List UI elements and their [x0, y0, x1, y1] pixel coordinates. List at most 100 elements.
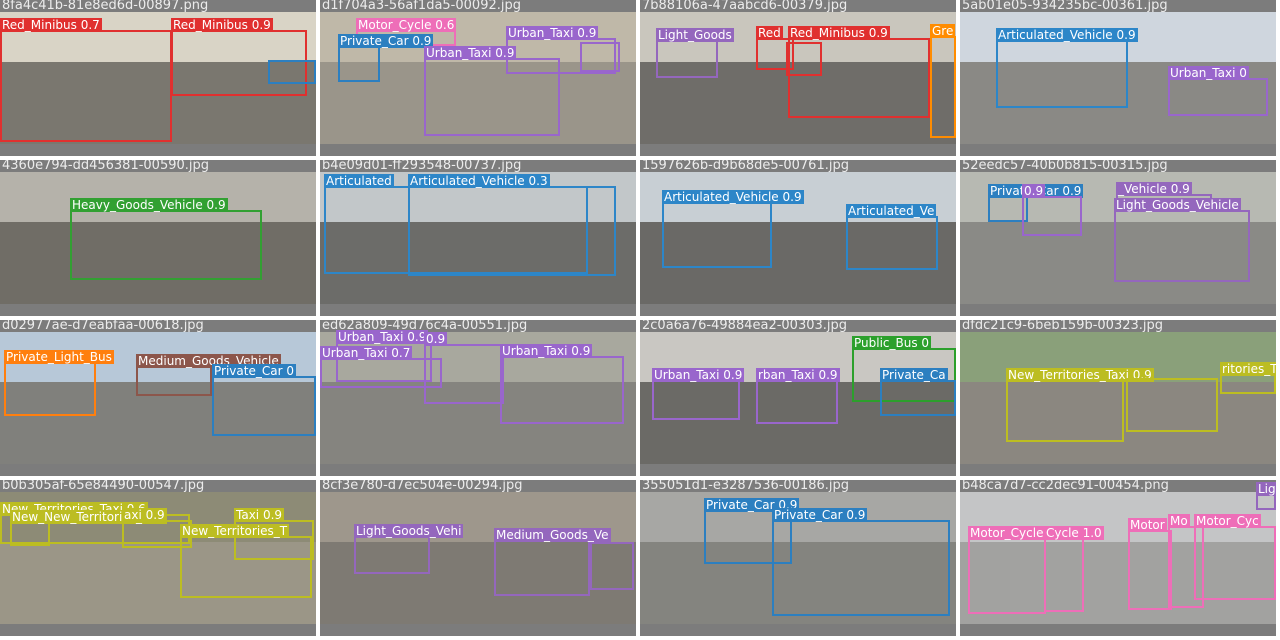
detection-box: Articulated_Ve — [846, 204, 938, 270]
filename-label: 7b88106a-47aabcd6-00379.jpg — [642, 0, 848, 13]
detection-label: Heavy_Goods_Vehicle 0.9 — [70, 198, 228, 212]
detection-box: New_Territories_Taxi 0.9 — [1006, 368, 1154, 442]
detection-box: Light_Goods_Vehicle — [1114, 198, 1250, 282]
detection-label: 0.9 — [1022, 184, 1046, 198]
tile-15: 355051d1-e3287536-00186.jpg Private_Car … — [640, 480, 956, 636]
detection-box: rban_Taxi 0.9 — [756, 368, 840, 424]
detection-box: Private_Light_Bus — [4, 350, 114, 416]
detection-label: Articulated_Vehicle 0.9 — [662, 190, 804, 204]
filename-label: ed62a809-49d76c4a-00551.jpg — [322, 320, 528, 333]
tile-13: b0b305af-65e84490-00547.jpg New_Territor… — [0, 480, 316, 636]
detection-label: Medium_Goods_Ve — [494, 528, 611, 542]
detection-label: Motor_Cyc — [1194, 514, 1261, 528]
tile-11: 2c0a6a76-49884ea2-00303.jpg Public_Bus 0… — [640, 320, 956, 476]
detection-box — [590, 542, 634, 590]
tile-2: d1f704a3-56af1da5-00092.jpg Motor_Cycle … — [320, 0, 636, 156]
detection-box: New_Territories_T — [180, 524, 312, 598]
detection-box: Medium_Goods_Ve — [494, 528, 611, 596]
detection-label: Articulated_Ve — [846, 204, 937, 218]
detection-label: Urban_Taxi 0 — [1168, 66, 1249, 80]
filename-label: d1f704a3-56af1da5-00092.jpg — [322, 0, 521, 13]
tile-14: 8cf3e780-d7ec504e-00294.jpg Light_Goods_… — [320, 480, 636, 636]
detection-label: Urban_Taxi 0.9 — [652, 368, 745, 382]
tile-12: dfdc21c9-6beb159b-00323.jpg New_Territor… — [960, 320, 1276, 476]
detection-box — [786, 42, 822, 76]
detection-label: Articulated — [324, 174, 394, 188]
detection-box: Gre — [930, 24, 956, 138]
detection-label: Gre — [930, 24, 956, 38]
detection-label: Urban_Taxi 0.9 — [506, 26, 599, 40]
detection-box: Heavy_Goods_Vehicle 0.9 — [70, 198, 262, 280]
filename-label: 355051d1-e3287536-00186.jpg — [642, 480, 850, 493]
detection-label: Red_Minibus 0.9 — [788, 26, 890, 40]
tile-7: 1597626b-d9b68de5-00761.jpg Articulated_… — [640, 160, 956, 316]
detection-label: Red_Minibus 0.7 — [0, 18, 102, 32]
filename-label: 8fa4c41b-81e8ed6d-00897.png — [2, 0, 209, 13]
tile-3: 7b88106a-47aabcd6-00379.jpg Light_Goods … — [640, 0, 956, 156]
detection-label: ritories_Tax — [1220, 362, 1276, 376]
detection-label: axi 0.9 — [122, 508, 167, 522]
detection-box — [580, 42, 620, 72]
detection-mosaic: 8fa4c41b-81e8ed6d-00897.png Red_Minibus … — [0, 0, 1280, 640]
detection-label: Taxi 0.9 — [234, 508, 285, 522]
tile-4: 5ab01e05-934235bc-00361.jpg Articulated_… — [960, 0, 1276, 156]
detection-label: Mo — [1168, 514, 1190, 528]
detection-box: Light_Goods_Vehi — [354, 524, 464, 574]
detection-box: Lig — [1256, 482, 1276, 510]
detection-label: Urban_Taxi 0.9 — [424, 46, 517, 60]
detection-box — [1126, 378, 1218, 432]
filename-label: 8cf3e780-d7ec504e-00294.jpg — [322, 480, 523, 493]
detection-box: ritories_Tax — [1220, 362, 1276, 394]
detection-box: 0.9 — [1022, 184, 1082, 236]
detection-label: Cycle 1.0 — [1044, 526, 1104, 540]
tile-1: 8fa4c41b-81e8ed6d-00897.png Red_Minibus … — [0, 0, 316, 156]
detection-label: Lig — [1256, 482, 1276, 496]
detection-label: Urban_Taxi 0.9 — [500, 344, 593, 358]
tile-8: 52eedc57-40b0b815-00315.jpg Private_Car … — [960, 160, 1276, 316]
detection-box: Urban_Taxi 0 — [1168, 66, 1268, 116]
filename-label: 1597626b-d9b68de5-00761.jpg — [642, 160, 849, 173]
detection-label: Private_Car 0.9 — [338, 34, 434, 48]
filename-label: 4360e794-dd456381-00590.jpg — [2, 160, 210, 173]
detection-label: Red_Minibus 0.9 — [171, 18, 273, 32]
detection-label: Articulated_Vehicle 0.9 — [996, 28, 1138, 42]
tile-10: ed62a809-49d76c4a-00551.jpg Urban_Taxi 0… — [320, 320, 636, 476]
detection-label: Private_Car 0 — [212, 364, 296, 378]
detection-label: rban_Taxi 0.9 — [756, 368, 840, 382]
detection-box: Medium_Goods_Vehicle — [136, 354, 281, 396]
filename-label: b48ca7d7-cc2dec91-00454.png — [962, 480, 1169, 493]
detection-label: _Vehicle 0.9 — [1116, 182, 1192, 196]
tile-16: b48ca7d7-cc2dec91-00454.png Motor_Cycle … — [960, 480, 1276, 636]
detection-label: Light_Goods_Vehicle — [1114, 198, 1241, 212]
detection-box: Private_Car 0 — [212, 364, 316, 436]
tile-9: d02977ae-d7eabfaa-00618.jpg Private_Ligh… — [0, 320, 316, 476]
detection-label: Private_Ca — [880, 368, 948, 382]
detection-label: 0.9 — [424, 332, 448, 346]
detection-label: Articulated_Vehicle 0.3 — [408, 174, 550, 188]
detection-label: Private_Light_Bus — [4, 350, 114, 364]
detection-label: Private_Car 0.9 — [772, 508, 868, 522]
detection-box: Light_Goods — [656, 28, 734, 78]
detection-label: Red — [756, 26, 783, 40]
detection-box: Articulated_Vehicle 0.9 — [662, 190, 804, 268]
detection-box: Articulated_Vehicle 0.3 — [408, 174, 616, 276]
detection-box — [268, 60, 316, 84]
detection-box: Red_Minibus 0.7 — [0, 18, 172, 142]
detection-box: Private_Car 0.9 — [772, 508, 950, 616]
detection-box: 0.9 — [424, 332, 504, 404]
filename-label: d02977ae-d7eabfaa-00618.jpg — [2, 320, 204, 333]
detection-label: Urban_Taxi 0.7 — [320, 346, 413, 360]
detection-box: Motor_Cyc — [1194, 514, 1276, 600]
filename-label: 2c0a6a76-49884ea2-00303.jpg — [642, 320, 848, 333]
filename-label: dfdc21c9-6beb159b-00323.jpg — [962, 320, 1164, 333]
detection-box: Private_Ca — [880, 368, 956, 416]
detection-label: Light_Goods_Vehi — [354, 524, 464, 538]
tile-5: 4360e794-dd456381-00590.jpg Heavy_Goods_… — [0, 160, 316, 316]
detection-box: Urban_Taxi 0.9 — [652, 368, 745, 420]
filename-label: 5ab01e05-934235bc-00361.jpg — [962, 0, 1168, 13]
detection-box: Urban_Taxi 0.9 — [500, 344, 624, 424]
detection-label: Motor_Cycle 0.6 — [356, 18, 457, 32]
detection-box: Articulated_Vehicle 0.9 — [996, 28, 1138, 108]
detection-label: Motor — [1128, 518, 1167, 532]
detection-box: New_New_Territories_Taxi — [10, 510, 168, 546]
